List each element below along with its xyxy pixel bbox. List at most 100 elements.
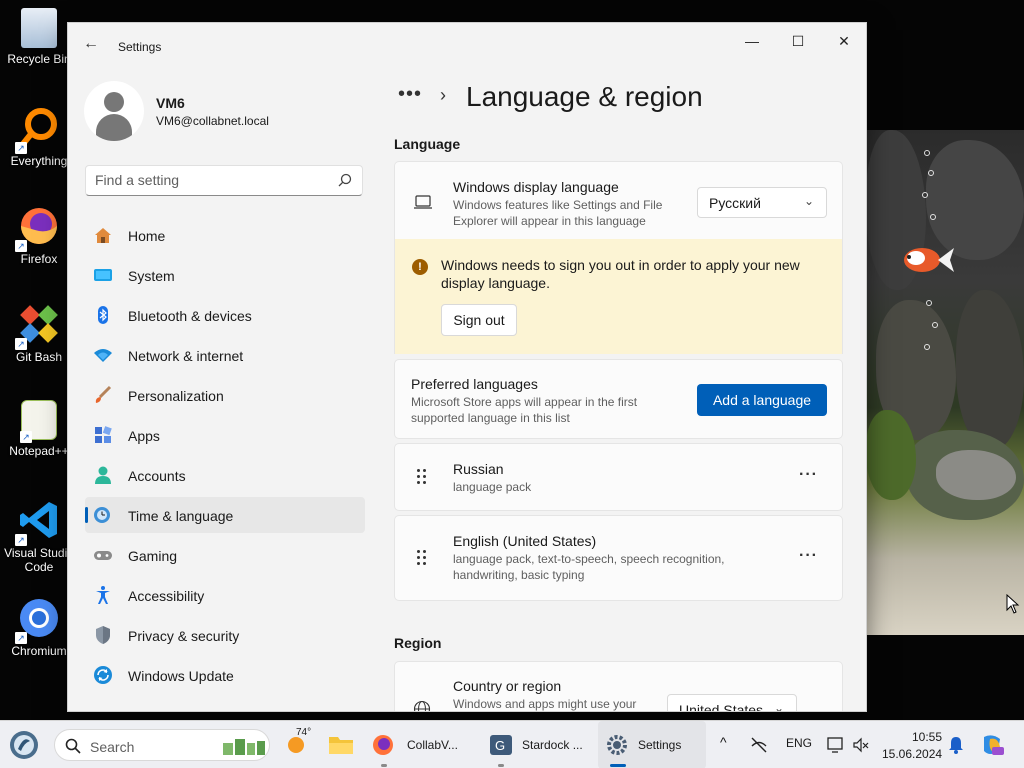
- avatar[interactable]: [84, 81, 144, 141]
- sidebar-item-label: Network & internet: [128, 348, 244, 364]
- running-indicator: [381, 764, 387, 767]
- active-indicator: [610, 764, 626, 767]
- shortcut-arrow-icon: ↗: [15, 142, 27, 154]
- taskbar-weather[interactable]: 74°: [282, 721, 318, 768]
- maximize-button[interactable]: ☐: [775, 27, 821, 55]
- network-disconnected-icon[interactable]: [750, 736, 768, 754]
- close-button[interactable]: ✕: [821, 27, 866, 55]
- desktop-icon-firefox[interactable]: ↗ Firefox: [2, 200, 76, 278]
- aquarium-wallpaper: [866, 130, 1024, 635]
- shortcut-arrow-icon: ↗: [15, 632, 27, 644]
- preferred-languages-desc: Microsoft Store apps will appear in the …: [411, 395, 638, 425]
- back-button[interactable]: ←: [80, 33, 102, 55]
- more-options-icon[interactable]: ···: [799, 466, 818, 484]
- maximize-icon: ☐: [791, 33, 805, 49]
- display-icon[interactable]: [826, 736, 844, 754]
- volume-muted-icon[interactable]: [852, 736, 870, 754]
- brush-icon: [95, 385, 112, 403]
- shortcut-arrow-icon: ↗: [15, 240, 27, 252]
- bluetooth-icon: [98, 306, 108, 324]
- sidebar-item-gaming[interactable]: Gaming: [85, 537, 365, 573]
- clock-time[interactable]: 10:55: [912, 730, 942, 744]
- language-name: English (United States): [453, 533, 597, 549]
- language-item-russian[interactable]: Russian language pack ···: [394, 443, 843, 511]
- weather-sun-icon: [288, 737, 304, 753]
- folder-icon: [329, 737, 353, 754]
- language-features: language pack, text-to-speech, speech re…: [453, 552, 725, 582]
- search-icon[interactable]: [338, 173, 352, 187]
- everything-icon: ↗: [15, 106, 61, 154]
- country-region-dropdown[interactable]: United States ⌄: [667, 694, 797, 712]
- sidebar-item-label: Privacy & security: [128, 628, 240, 644]
- sidebar-item-label: Accounts: [128, 468, 186, 484]
- drag-handle-icon[interactable]: [417, 469, 429, 487]
- taskbar-app-settings[interactable]: Settings: [598, 721, 706, 768]
- taskbar-app-firefox[interactable]: CollabV...: [368, 721, 472, 768]
- sidebar-item-personalization[interactable]: Personalization: [85, 377, 365, 413]
- input-language-indicator[interactable]: ENG: [786, 736, 812, 750]
- chevron-down-icon: ⌄: [773, 701, 784, 712]
- update-icon: [94, 666, 112, 684]
- sidebar-item-privacy[interactable]: Privacy & security: [85, 617, 365, 653]
- preferred-languages-card: Preferred languages Microsoft Store apps…: [394, 359, 843, 439]
- sidebar-item-accounts[interactable]: Accounts: [85, 457, 365, 493]
- gear-icon: [607, 735, 627, 755]
- firefox-icon: [373, 735, 393, 755]
- taskbar-file-explorer[interactable]: [326, 721, 358, 768]
- settings-window: ← Settings — ☐ ✕ VM6 VM6@collabnet.local…: [67, 22, 867, 712]
- sidebar-item-apps[interactable]: Apps: [85, 417, 365, 453]
- laptop-icon: [414, 195, 432, 209]
- desktop-icon-notepad-plus-plus[interactable]: ↗ Notepad++: [2, 396, 76, 474]
- sidebar-item-windows-update[interactable]: Windows Update: [85, 657, 365, 693]
- desktop-icon-recycle-bin[interactable]: Recycle Bin: [2, 4, 76, 82]
- sidebar-item-label: Apps: [128, 428, 160, 444]
- search-input[interactable]: [95, 172, 325, 188]
- git-bash-icon: ↗: [15, 302, 61, 350]
- minimize-button[interactable]: —: [729, 27, 775, 55]
- close-icon: ✕: [838, 33, 850, 49]
- notepad-plus-plus-icon: ↗: [20, 400, 57, 443]
- vscode-icon: ↗: [15, 498, 61, 546]
- desktop-icon-everything[interactable]: ↗ Everything: [2, 102, 76, 180]
- sidebar-item-label: Windows Update: [128, 668, 234, 684]
- show-hidden-icons-chevron-icon[interactable]: ^: [720, 734, 727, 750]
- clock-date[interactable]: 15.06.2024: [882, 747, 942, 761]
- gaming-icon: [94, 551, 112, 560]
- taskbar-search-box[interactable]: Search: [54, 729, 270, 761]
- display-language-dropdown[interactable]: Русский ⌄: [697, 187, 827, 218]
- weather-temperature: 74°: [296, 727, 312, 738]
- shortcut-arrow-icon: ↗: [15, 534, 27, 546]
- search-box[interactable]: [85, 165, 363, 196]
- sidebar-item-time-language[interactable]: Time & language: [85, 497, 365, 533]
- chevron-down-icon: ⌄: [803, 194, 814, 208]
- drag-handle-icon[interactable]: [417, 550, 429, 568]
- desktop-icon-git-bash[interactable]: ↗ Git Bash: [2, 298, 76, 376]
- section-heading-language: Language: [394, 136, 461, 152]
- display-language-card: Windows display language Windows feature…: [394, 161, 843, 241]
- sidebar-item-system[interactable]: System: [85, 257, 365, 293]
- notification-bell-icon[interactable]: [948, 736, 964, 754]
- sidebar-item-network[interactable]: Network & internet: [85, 337, 365, 373]
- taskbar-app-stardock[interactable]: G Stardock ...: [486, 721, 592, 768]
- title-bar[interactable]: ← Settings — ☐ ✕: [68, 23, 866, 55]
- sidebar-item-bluetooth[interactable]: Bluetooth & devices: [85, 297, 365, 333]
- breadcrumb-overflow-button[interactable]: •••: [398, 83, 422, 106]
- sidebar-item-accessibility[interactable]: Accessibility: [85, 577, 365, 613]
- add-language-button[interactable]: Add a language: [697, 384, 827, 416]
- sign-out-button[interactable]: Sign out: [441, 304, 517, 336]
- copilot-icon[interactable]: [980, 733, 1004, 757]
- sidebar-item-label: Accessibility: [128, 588, 205, 604]
- accounts-icon: [95, 466, 111, 484]
- mouse-cursor-icon: [1006, 594, 1020, 614]
- desktop-icon-chromium[interactable]: ↗ Chromium: [2, 592, 76, 670]
- start-button[interactable]: [6, 721, 44, 768]
- sidebar-item-home[interactable]: Home: [85, 217, 365, 253]
- taskbar: Search 74° CollabV... G Stardock ... Set…: [0, 720, 1024, 768]
- more-options-icon[interactable]: ···: [799, 547, 818, 565]
- desktop-icon-vscode[interactable]: ↗ Visual Studio Code: [2, 494, 76, 574]
- chromium-icon: ↗: [15, 596, 61, 644]
- sidebar-item-label: Home: [128, 228, 166, 244]
- country-region-title: Country or region: [453, 678, 562, 694]
- language-item-english[interactable]: English (United States) language pack, t…: [394, 515, 843, 601]
- sidebar-nav: Home System Bluetooth & devices Network …: [85, 217, 365, 697]
